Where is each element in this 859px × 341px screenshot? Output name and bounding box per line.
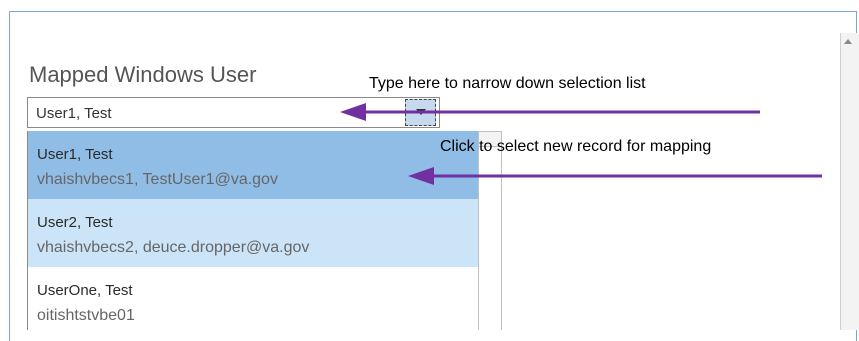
annotation-arrows [340, 103, 822, 185]
arrow-click-hint [408, 167, 822, 185]
arrow-type-hint [340, 103, 760, 121]
